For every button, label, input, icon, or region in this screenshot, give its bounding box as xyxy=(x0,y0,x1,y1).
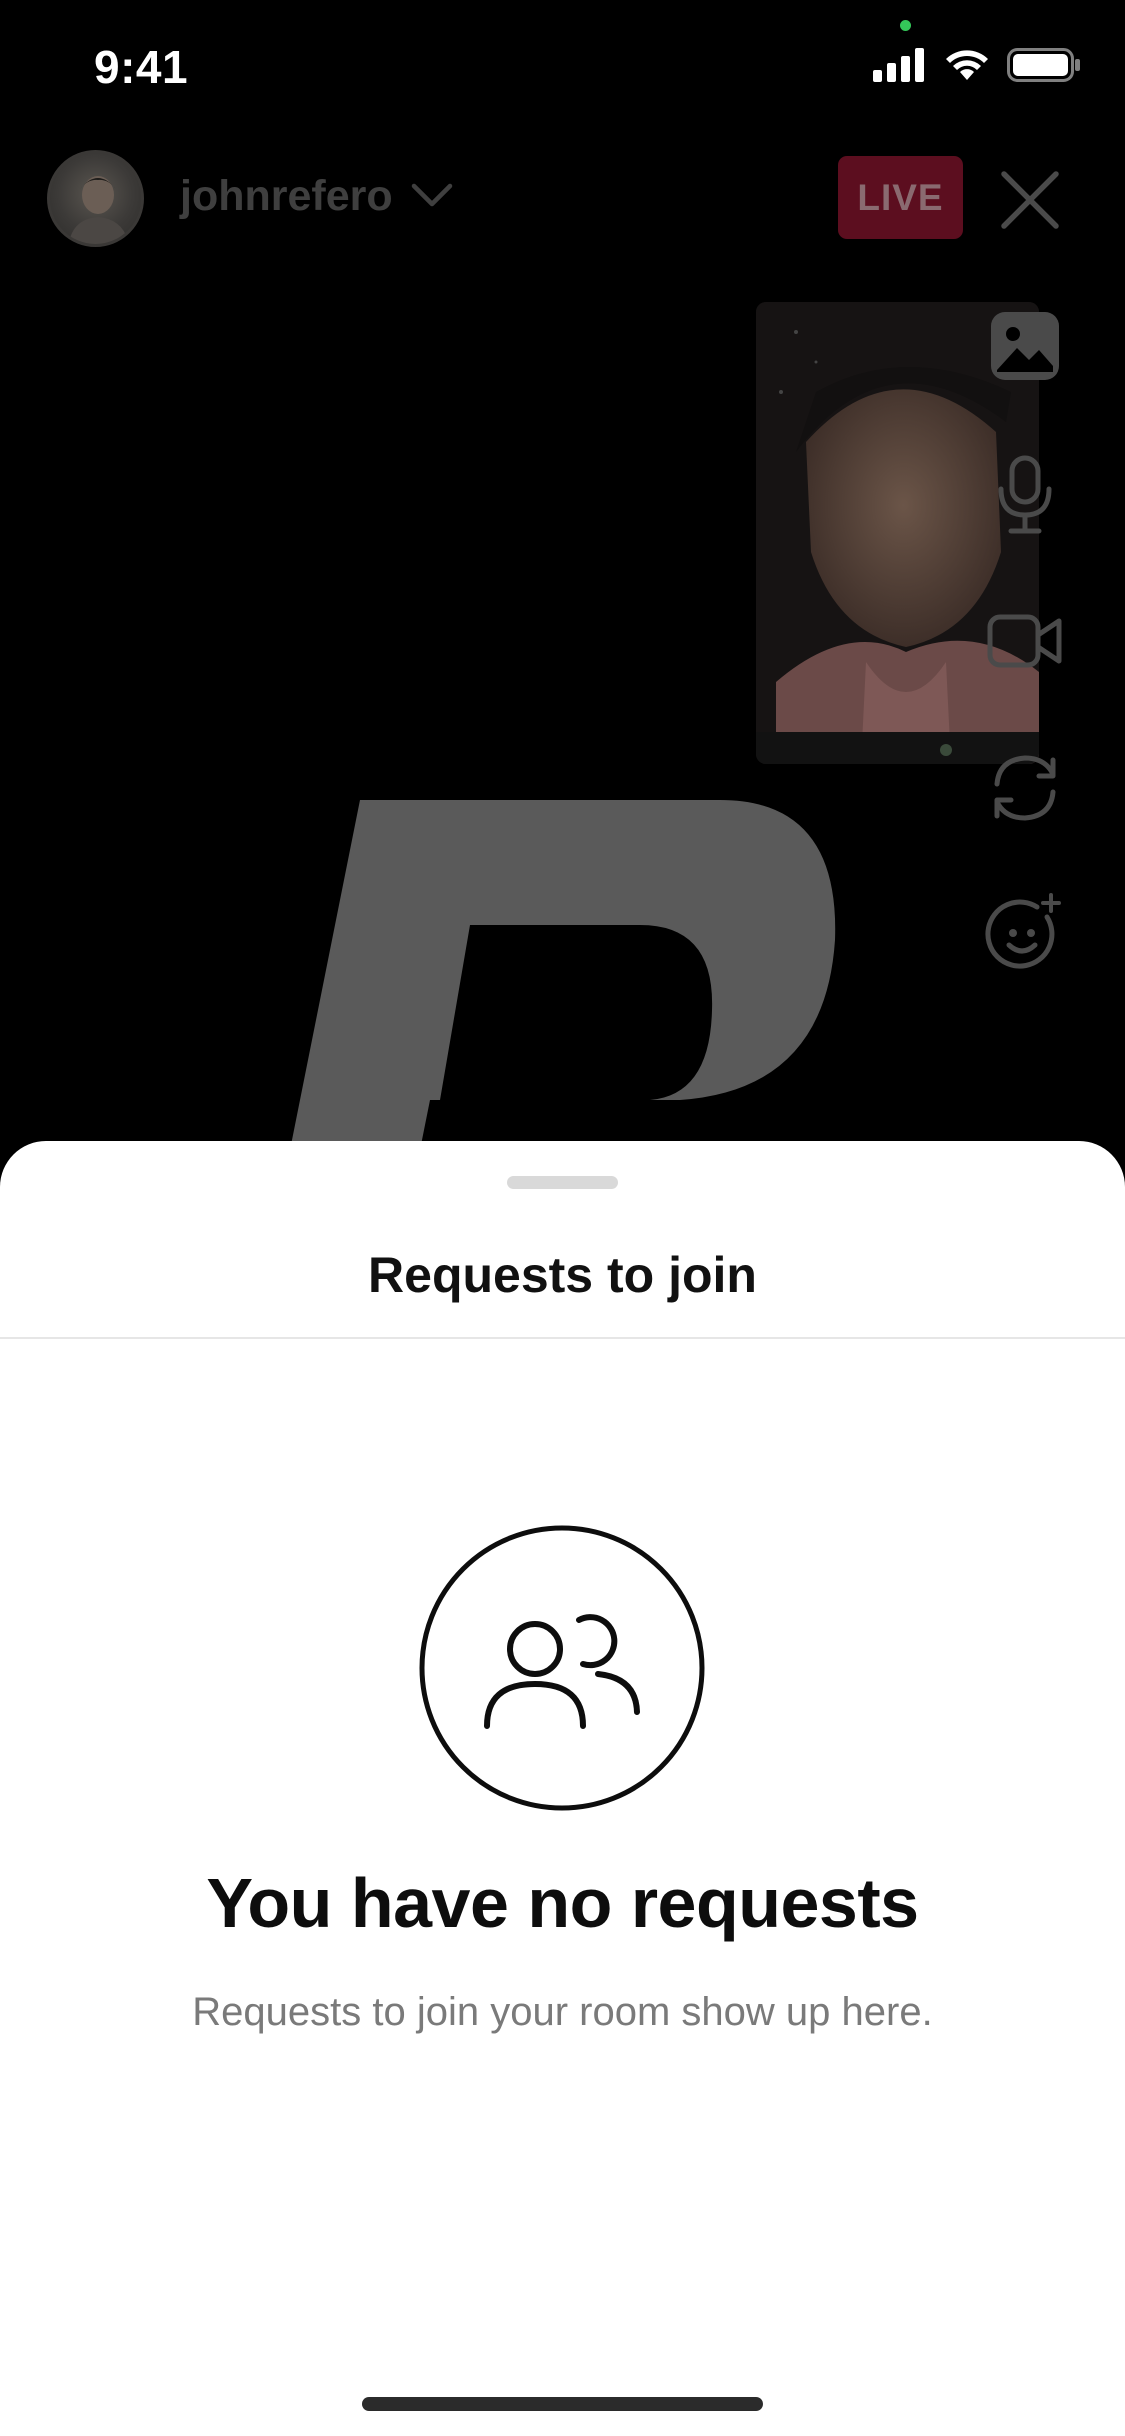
live-room-screen: 9:41 johnrefero LIVE Requests to join Yo… xyxy=(0,0,1125,2436)
chevron-down-icon[interactable] xyxy=(410,180,454,210)
image-icon xyxy=(991,312,1059,380)
privacy-indicator-dot xyxy=(900,20,911,31)
people-icon xyxy=(419,1525,705,1811)
status-time: 9:41 xyxy=(94,41,189,93)
flip-camera-icon xyxy=(994,755,1056,821)
video-camera-button[interactable] xyxy=(985,601,1065,681)
empty-state-title: You have no requests xyxy=(206,1864,919,1942)
battery-icon xyxy=(1007,48,1080,82)
avatar[interactable] xyxy=(47,150,144,247)
microphone-icon xyxy=(998,455,1052,534)
close-icon[interactable] xyxy=(1000,170,1060,230)
microphone-button[interactable] xyxy=(985,455,1065,535)
sheet-grabber[interactable] xyxy=(507,1176,618,1189)
effects-button[interactable] xyxy=(985,893,1065,973)
media-button[interactable] xyxy=(985,306,1065,386)
home-indicator[interactable] xyxy=(362,2397,763,2411)
avatar-photo xyxy=(68,176,129,244)
empty-state-subtitle: Requests to join your room show up here. xyxy=(192,1990,933,2034)
status-icons xyxy=(873,48,1081,82)
background-letter-graphic xyxy=(280,800,836,1200)
live-header: johnrefero LIVE xyxy=(0,150,1125,250)
video-camera-icon xyxy=(987,614,1062,668)
requests-sheet: Requests to join You have no requests Re… xyxy=(0,1141,1125,2436)
wifi-icon xyxy=(946,50,988,80)
live-badge: LIVE xyxy=(838,156,963,239)
flip-camera-button[interactable] xyxy=(985,748,1065,828)
sheet-title: Requests to join xyxy=(368,1247,757,1303)
username[interactable]: johnrefero xyxy=(180,172,393,221)
divider xyxy=(0,1337,1125,1339)
effects-smiley-icon xyxy=(985,893,1061,969)
signal-icon xyxy=(873,48,924,82)
